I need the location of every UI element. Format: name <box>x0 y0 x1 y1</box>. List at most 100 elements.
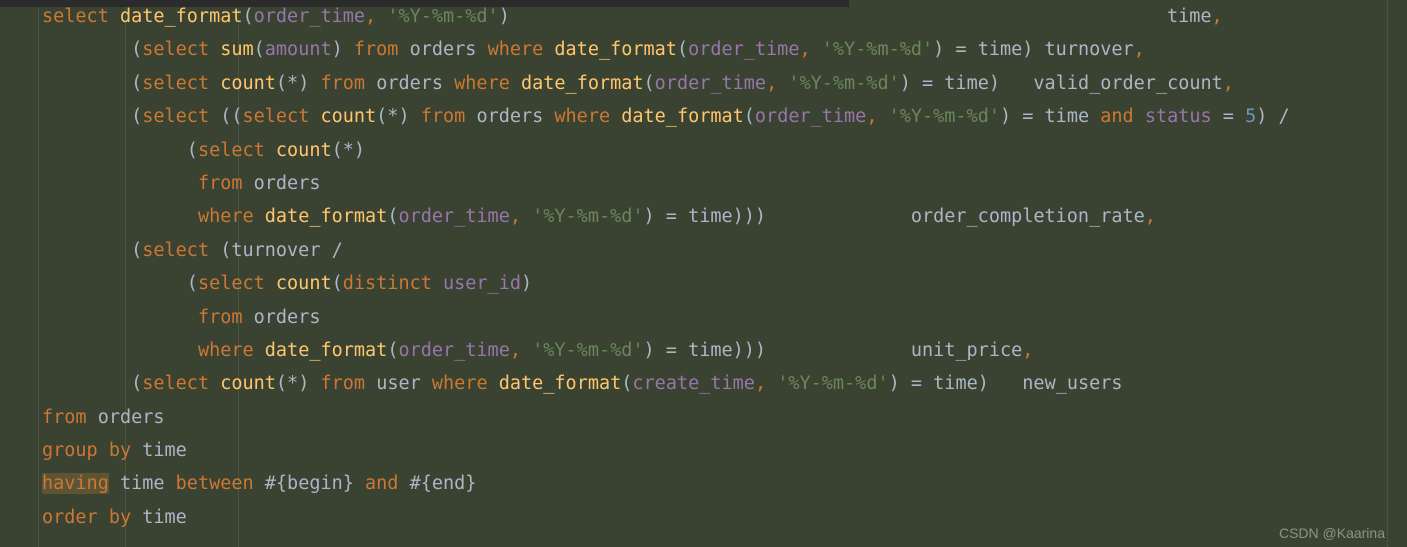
code-token: time <box>1166 6 1212 27</box>
code-token: , <box>365 6 377 27</box>
code-line[interactable]: order by time <box>0 501 1407 534</box>
code-token: ( <box>676 39 689 61</box>
code-line[interactable]: (select (turnover / <box>0 234 1407 267</box>
code-token: ( <box>42 39 143 61</box>
code-token: orders <box>476 106 544 128</box>
code-line[interactable]: (select count(*) from user where date_fo… <box>0 367 1407 400</box>
code-token: ) = <box>999 106 1045 128</box>
code-token: ( <box>242 6 254 27</box>
code-token: '%Y-%m-%d' <box>888 106 1000 128</box>
code-token: order_completion_rate <box>910 206 1145 228</box>
code-line[interactable]: group by time <box>0 434 1407 467</box>
code-token: ( <box>42 273 198 295</box>
code-token: '%Y-%m-%d' <box>777 373 889 395</box>
code-token: where <box>431 373 488 395</box>
code-token: turnover <box>1044 39 1134 61</box>
code-line[interactable]: where date_format(order_time, '%Y-%m-%d'… <box>0 334 1407 367</box>
code-line[interactable]: from orders <box>0 401 1407 434</box>
code-token: unit_price <box>910 339 1023 361</box>
code-token: by <box>108 506 132 528</box>
code-token: select <box>142 373 210 395</box>
code-token: , <box>754 373 767 395</box>
code-token: select <box>142 239 210 261</box>
code-token: (*) <box>376 106 421 128</box>
code-token: select <box>142 106 210 128</box>
code-token: new_users <box>1022 373 1123 395</box>
code-token: date_format <box>498 373 622 395</box>
code-line[interactable]: where date_format(order_time, '%Y-%m-%d'… <box>0 200 1407 233</box>
code-token: ( <box>42 106 143 128</box>
code-token: ) <box>331 39 343 61</box>
code-line[interactable]: from orders <box>0 167 1407 200</box>
code-line[interactable]: (select sum(amount) from orders where da… <box>0 33 1407 66</box>
code-token: from <box>197 172 243 194</box>
code-token: ) = <box>899 72 945 94</box>
code-token: where <box>554 106 611 128</box>
code-line[interactable]: (select count(distinct user_id) <box>0 267 1407 300</box>
code-token: from <box>320 72 366 94</box>
code-line[interactable]: (select ((select count(*) from orders wh… <box>0 100 1407 133</box>
code-token: amount <box>264 39 332 61</box>
code-token: where <box>487 39 544 61</box>
sql-code-block[interactable]: select date_format(order_time, '%Y-%m-%d… <box>0 0 1407 534</box>
code-token: from <box>320 373 366 395</box>
code-token: count <box>220 72 276 94</box>
code-token: date_format <box>264 206 388 228</box>
code-token: '%Y-%m-%d' <box>532 339 644 361</box>
code-token: ( <box>643 72 655 94</box>
code-line[interactable]: having time between #{begin} and #{end} <box>0 467 1407 500</box>
code-token: select <box>197 139 265 161</box>
code-token: order <box>42 506 98 528</box>
code-editor[interactable]: select date_format(order_time, '%Y-%m-%d… <box>0 0 1407 547</box>
code-token: ( <box>209 239 232 261</box>
code-token: 5 <box>1245 106 1257 128</box>
code-token: from <box>197 306 243 328</box>
code-token: = <box>1211 106 1246 128</box>
code-token: '%Y-%m-%d' <box>532 206 644 228</box>
code-token: ) = <box>643 206 689 228</box>
code-token: ( <box>42 139 198 161</box>
code-token: ) <box>498 6 510 27</box>
code-line[interactable]: from orders <box>0 301 1407 334</box>
code-token: time <box>1044 106 1090 128</box>
code-token: time <box>977 39 1023 61</box>
code-token: ( <box>331 273 343 295</box>
code-token: where <box>197 339 254 361</box>
code-line[interactable]: (select count(*) <box>0 134 1407 167</box>
code-token: , <box>799 39 811 61</box>
code-token: (( <box>209 106 243 128</box>
code-token: orders <box>253 172 321 194</box>
code-token: orders <box>97 406 165 428</box>
code-line[interactable]: (select count(*) from orders where date_… <box>0 67 1407 100</box>
code-token: orders <box>253 306 321 328</box>
code-token: from <box>420 106 466 128</box>
code-token: ( <box>42 373 143 395</box>
